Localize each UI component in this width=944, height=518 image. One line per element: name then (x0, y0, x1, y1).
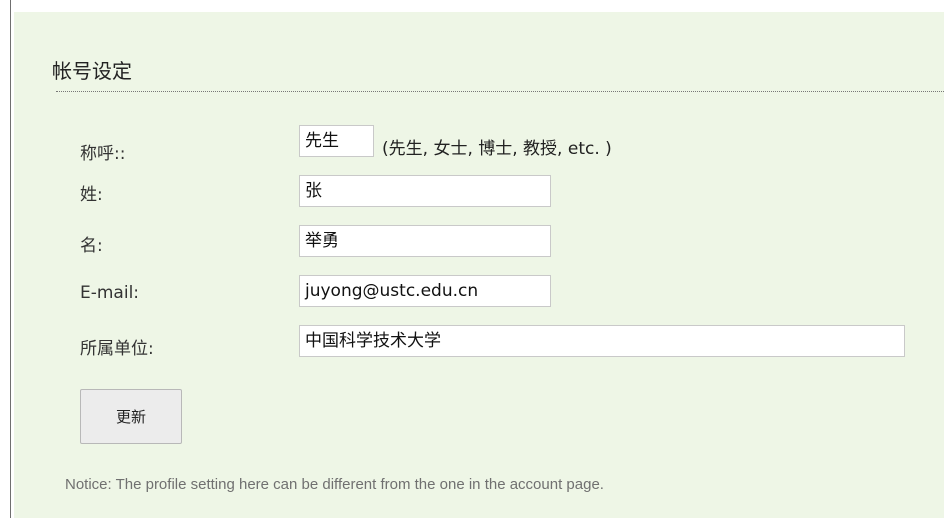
update-button[interactable]: 更新 (80, 389, 182, 444)
title-input[interactable]: 先生 (299, 125, 374, 157)
first-name-input[interactable]: 举勇 (299, 225, 551, 257)
left-border-line (10, 0, 11, 518)
title-hint: (先生, 女士, 博士, 教授, etc. ) (382, 139, 612, 159)
title-label: 称呼:: (80, 144, 126, 164)
email-input[interactable]: juyong@ustc.edu.cn (299, 275, 551, 307)
first-name-label: 名: (80, 236, 103, 256)
last-name-input[interactable]: 张 (299, 175, 551, 207)
section-divider (56, 91, 944, 92)
last-name-label: 姓: (80, 185, 103, 205)
affiliation-input[interactable]: 中国科学技术大学 (299, 325, 905, 357)
section-title: 帐号设定 (52, 59, 132, 83)
affiliation-label: 所属单位: (80, 339, 154, 359)
email-label: E-mail: (80, 283, 140, 303)
notice-text: Notice: The profile setting here can be … (65, 476, 604, 493)
